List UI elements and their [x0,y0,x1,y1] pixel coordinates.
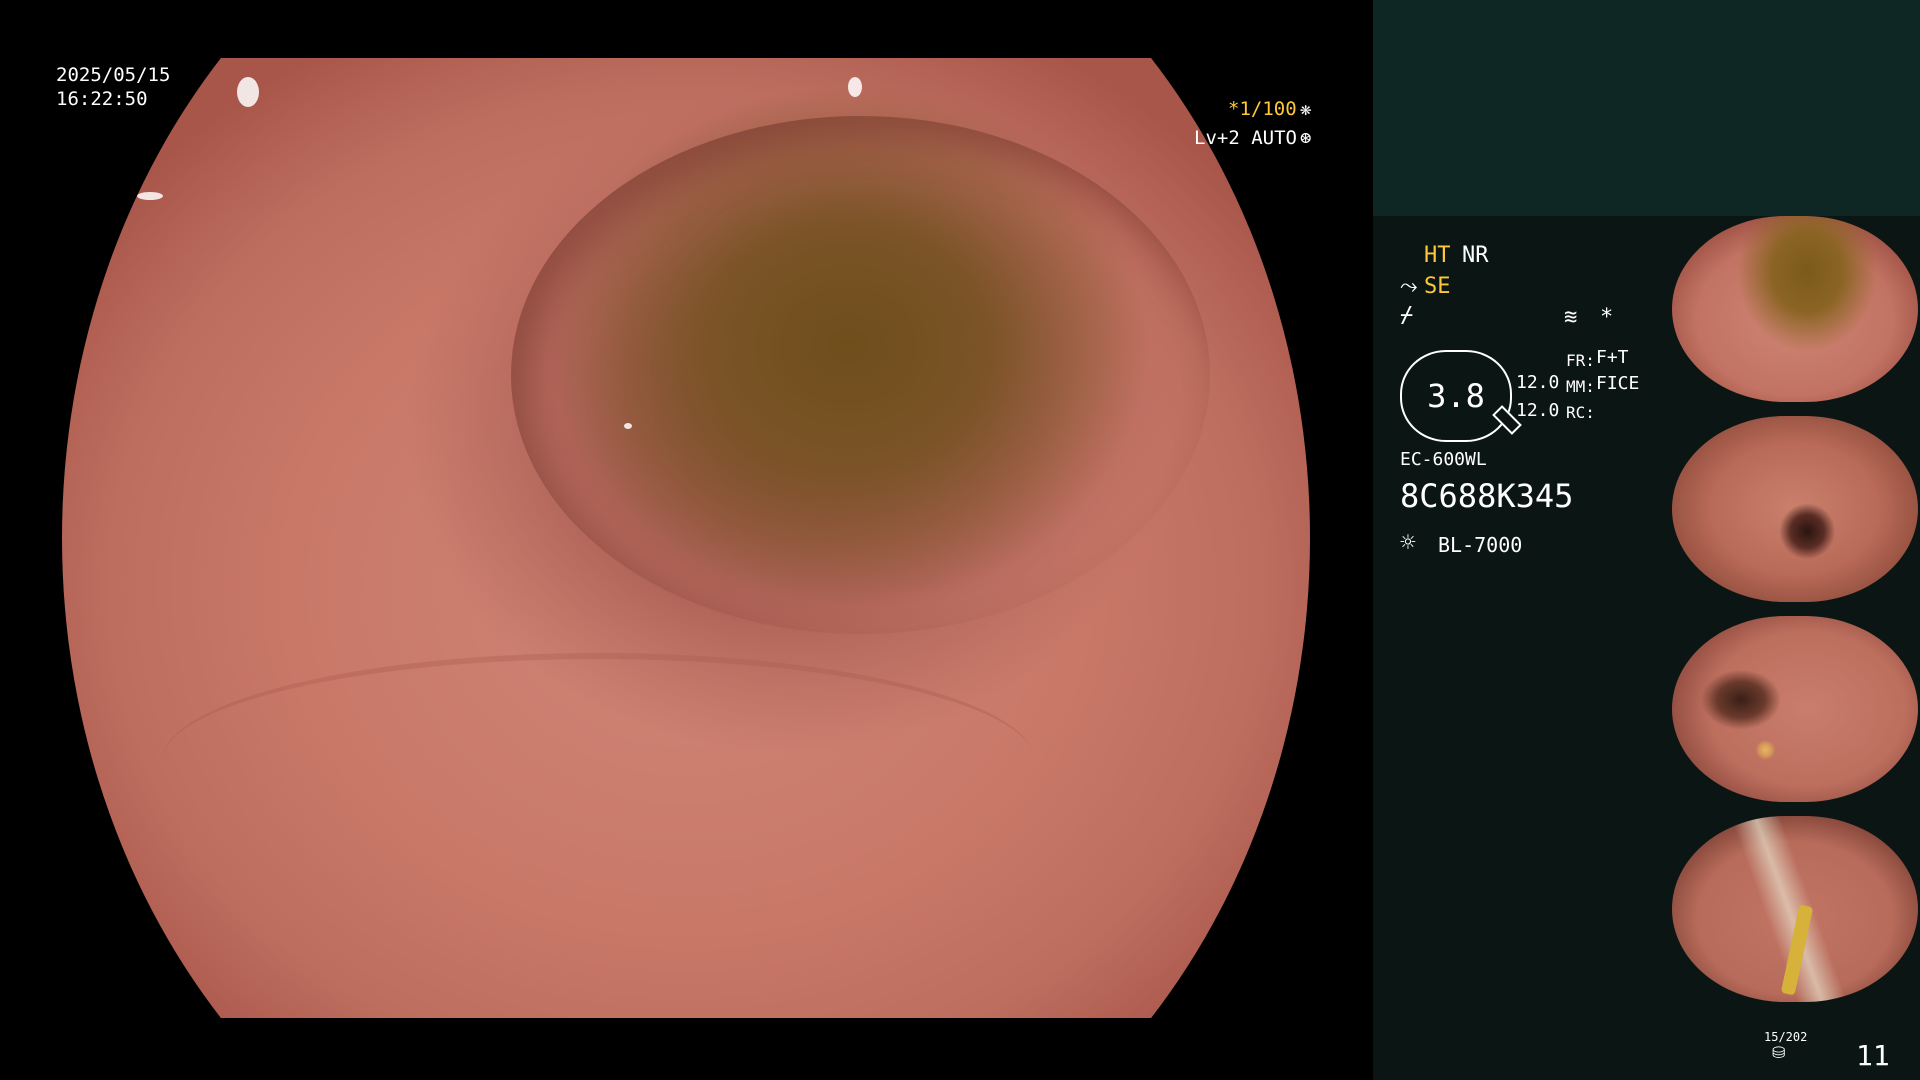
mm-label: MM: [1566,377,1595,396]
exam-date: 2025/05/15 [56,64,171,86]
endoscope-live-view [62,58,1310,1018]
value-1: 12.0 [1516,372,1560,393]
enhance-icon: ⤳ [1400,274,1418,299]
disk-icon: ⛁ [1772,1043,1786,1062]
zoom-value: 3.8 [1427,377,1485,415]
exam-time: 16:22:50 [56,88,148,110]
thumbnail-1-caption [1672,404,1918,414]
aperture-icon: ⊛ [1300,127,1312,149]
capture-count: 15/202 [1764,1030,1808,1044]
light-source: BL-7000 [1438,533,1523,557]
ht-indicator: HT [1424,243,1451,268]
fr-label: FR: [1566,351,1595,370]
glare-spot [623,422,632,429]
thumbnail-3-caption [1672,804,1918,814]
thumbnail-2-caption [1672,604,1918,614]
glare-spot [848,77,863,98]
glare-spot [236,77,259,108]
thumbnail-4[interactable] [1672,816,1918,1002]
page-number: 11 [1856,1039,1890,1072]
lamp-icon: ☼ [1400,528,1416,558]
value-2: 12.0 [1516,400,1560,421]
structure-icon: ≋ [1564,305,1578,330]
glare-spot [136,192,163,201]
shutter-speed: *1/100 [1228,98,1297,120]
mucosal-fold [161,653,1036,870]
contrast-icon: ⌿ [1400,303,1414,328]
panel-header [1373,0,1920,216]
brightness-level: Lv+2 AUTO [1194,127,1297,149]
scope-model: EC-600WL [1400,449,1487,470]
fr-value: F+T [1596,347,1629,368]
zoom-badge: 3.8 [1400,350,1522,442]
instrument [1780,904,1814,996]
rc-label: RC: [1566,403,1595,422]
thumbnail-2[interactable] [1672,416,1918,602]
scope-serial: 8C688K345 [1400,477,1574,515]
thumbnail-1[interactable] [1672,216,1918,402]
mm-value: FICE [1596,373,1640,394]
se-indicator: SE [1424,274,1451,299]
lumen-shadow [511,116,1210,634]
iris-icon: ❋ [1300,98,1312,120]
nr-indicator: NR [1462,243,1489,268]
thumbnail-3[interactable] [1672,616,1918,802]
star-indicator: * [1600,305,1614,330]
